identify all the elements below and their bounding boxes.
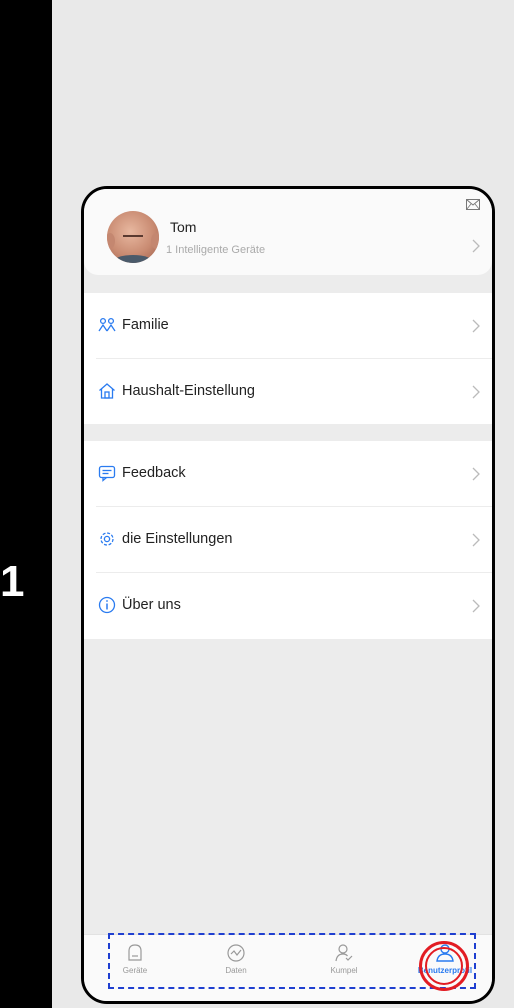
chevron-right-icon [472,239,480,253]
chevron-right-icon [472,599,480,613]
step-number: 1 [0,557,25,606]
menu-item-ueber-uns[interactable]: Über uns [84,573,492,639]
family-icon [98,317,116,332]
menu-item-haushalt-einstellung[interactable]: Haushalt-Einstellung [84,359,492,425]
menu-item-familie[interactable]: Familie [84,293,492,359]
menu-group-household: Familie Haushalt-Einstellung [84,293,492,424]
profile-tab-highlight-ring [419,941,469,991]
menu-label-familie: Familie [122,317,169,333]
phone-screen: Tom 1 Intelligente Geräte Familie Hausha… [81,186,495,1004]
info-icon [98,596,116,614]
user-device-count: 1 Intelligente Geräte [166,244,266,256]
user-name: Tom [170,219,197,235]
menu-item-einstellungen[interactable]: die Einstellungen [84,507,492,573]
menu-label-ueber-uns: Über uns [122,597,181,613]
feedback-icon [98,465,116,482]
avatar [107,211,159,263]
settings-gear-icon [100,532,114,546]
mail-icon[interactable] [466,199,480,210]
menu-label-haushalt: Haushalt-Einstellung [122,383,255,399]
chevron-right-icon [472,319,480,333]
menu-label-einstellungen: die Einstellungen [122,531,233,547]
menu-group-app: Feedback die Einstellungen Über uns [84,441,492,639]
profile-card[interactable]: Tom 1 Intelligente Geräte [84,189,492,275]
menu-label-feedback: Feedback [122,465,186,481]
menu-item-feedback[interactable]: Feedback [84,441,492,507]
chevron-right-icon [472,385,480,399]
chevron-right-icon [472,533,480,547]
chevron-right-icon [472,467,480,481]
home-icon [99,383,115,399]
left-margin-bar: 1 [0,0,52,1008]
